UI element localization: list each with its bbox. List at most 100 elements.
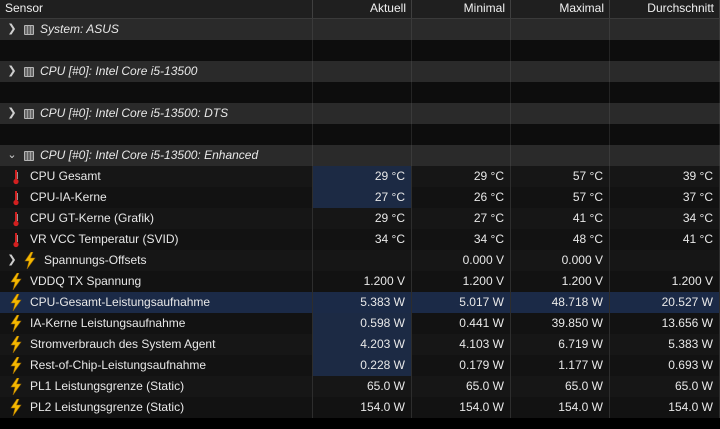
chip-icon xyxy=(24,66,34,77)
empty-cell xyxy=(0,82,313,103)
empty-cell xyxy=(0,40,313,61)
maximum-value: 1.200 V xyxy=(511,271,610,292)
empty-cell xyxy=(412,40,511,61)
expand-chevron-icon[interactable]: ❯ xyxy=(6,250,18,271)
minimum-value: 0.000 V xyxy=(412,250,511,271)
sensor-label: Stromverbrauch des System Agent xyxy=(30,337,216,351)
separator-row xyxy=(0,40,720,61)
average-value: 37 °C xyxy=(610,187,720,208)
empty-cell xyxy=(610,82,720,103)
maximum-value: 41 °C xyxy=(511,208,610,229)
sensor-row[interactable]: IA-Kerne Leistungsaufnahme 0.598 W 0.441 W… xyxy=(0,313,720,334)
group-label: CPU [#0]: Intel Core i5-13500: DTS xyxy=(40,106,229,120)
collapse-chevron-icon[interactable]: ⌄ xyxy=(6,145,18,166)
minimum-value: 27 °C xyxy=(412,208,511,229)
col-aktuell[interactable]: Aktuell xyxy=(313,0,412,18)
maximum-value: 48.718 W xyxy=(511,292,610,313)
sensor-label: CPU-IA-Kerne xyxy=(30,190,107,204)
empty-cell xyxy=(511,61,610,82)
bolt-icon xyxy=(20,252,40,269)
empty-cell xyxy=(313,61,412,82)
minimum-value: 0.441 W xyxy=(412,313,511,334)
average-value: 1.200 V xyxy=(610,271,720,292)
sensor-row[interactable]: Stromverbrauch des System Agent 4.203 W 4.… xyxy=(0,334,720,355)
current-value: 29 °C xyxy=(313,166,412,187)
empty-cell xyxy=(313,19,412,40)
col-sensor[interactable]: Sensor xyxy=(0,0,313,18)
average-value xyxy=(610,250,720,271)
current-value xyxy=(313,250,412,271)
sensor-row[interactable]: VR VCC Temperatur (SVID) 34 °C 34 °C 48 °C 4… xyxy=(0,229,720,250)
expand-chevron-icon[interactable]: ❯ xyxy=(6,103,18,124)
average-value: 13.656 W xyxy=(610,313,720,334)
current-value: 0.598 W xyxy=(313,313,412,334)
average-value: 65.0 W xyxy=(610,376,720,397)
empty-cell xyxy=(511,124,610,145)
group-row[interactable]: ❯ System: ASUS xyxy=(0,19,720,40)
empty-cell xyxy=(511,145,610,166)
average-value: 34 °C xyxy=(610,208,720,229)
empty-cell xyxy=(412,82,511,103)
empty-cell xyxy=(610,61,720,82)
separator-row xyxy=(0,82,720,103)
empty-cell xyxy=(313,103,412,124)
current-value: 29 °C xyxy=(313,208,412,229)
bolt-icon xyxy=(6,378,26,395)
sensor-row[interactable]: PL1 Leistungsgrenze (Static) 65.0 W 65.0 W… xyxy=(0,376,720,397)
maximum-value: 57 °C xyxy=(511,166,610,187)
empty-cell xyxy=(313,124,412,145)
empty-cell xyxy=(511,82,610,103)
thermometer-icon xyxy=(6,211,26,227)
sensor-label: Rest-of-Chip-Leistungsaufnahme xyxy=(30,358,207,372)
sensor-row[interactable]: CPU-IA-Kerne 27 °C 26 °C 57 °C 37 °C xyxy=(0,187,720,208)
current-value: 0.228 W xyxy=(313,355,412,376)
minimum-value: 29 °C xyxy=(412,166,511,187)
current-value: 154.0 W xyxy=(313,397,412,418)
col-minimal[interactable]: Minimal xyxy=(412,0,511,18)
group-row[interactable]: ❯ CPU [#0]: Intel Core i5-13500 xyxy=(0,61,720,82)
sensor-row[interactable]: CPU GT-Kerne (Grafik) 29 °C 27 °C 41 °C 34 °… xyxy=(0,208,720,229)
sensor-row[interactable]: CPU Gesamt 29 °C 29 °C 57 °C 39 °C xyxy=(0,166,720,187)
maximum-value: 48 °C xyxy=(511,229,610,250)
current-value: 34 °C xyxy=(313,229,412,250)
average-value: 41 °C xyxy=(610,229,720,250)
group-name-cell: ❯ CPU [#0]: Intel Core i5-13500: DTS xyxy=(0,103,313,124)
expand-chevron-icon[interactable]: ❯ xyxy=(6,61,18,82)
group-row[interactable]: ❯ CPU [#0]: Intel Core i5-13500: DTS xyxy=(0,103,720,124)
empty-cell xyxy=(313,145,412,166)
current-value: 1.200 V xyxy=(313,271,412,292)
col-maximal[interactable]: Maximal xyxy=(511,0,610,18)
current-value: 65.0 W xyxy=(313,376,412,397)
sensor-row[interactable]: VDDQ TX Spannung 1.200 V 1.200 V 1.200 V 1.2… xyxy=(0,271,720,292)
minimum-value: 65.0 W xyxy=(412,376,511,397)
expand-chevron-icon[interactable]: ❯ xyxy=(6,19,18,40)
sensor-name-cell: IA-Kerne Leistungsaufnahme xyxy=(0,313,313,334)
minimum-value: 0.179 W xyxy=(412,355,511,376)
sensor-label: PL1 Leistungsgrenze (Static) xyxy=(30,379,185,393)
group-row[interactable]: ⌄ CPU [#0]: Intel Core i5-13500: Enhanced xyxy=(0,145,720,166)
maximum-value: 65.0 W xyxy=(511,376,610,397)
bolt-icon xyxy=(6,336,26,353)
sensor-row[interactable]: PL2 Leistungsgrenze (Static) 154.0 W 154.0… xyxy=(0,397,720,418)
bolt-icon xyxy=(6,315,26,332)
sensor-name-cell: ❯ Spannungs-Offsets xyxy=(0,250,313,271)
sensor-row[interactable]: Rest-of-Chip-Leistungsaufnahme 0.228 W 0.1… xyxy=(0,355,720,376)
sensor-label: IA-Kerne Leistungsaufnahme xyxy=(30,316,186,330)
empty-cell xyxy=(412,103,511,124)
sensor-label: VDDQ TX Spannung xyxy=(30,274,142,288)
maximum-value: 1.177 W xyxy=(511,355,610,376)
average-value: 5.383 W xyxy=(610,334,720,355)
sensor-row[interactable]: CPU-Gesamt-Leistungsaufnahme 5.383 W 5.017… xyxy=(0,292,720,313)
sensor-name-cell: Rest-of-Chip-Leistungsaufnahme xyxy=(0,355,313,376)
empty-cell xyxy=(412,145,511,166)
average-value: 154.0 W xyxy=(610,397,720,418)
chip-icon xyxy=(24,24,34,35)
maximum-value: 154.0 W xyxy=(511,397,610,418)
current-value: 4.203 W xyxy=(313,334,412,355)
minimum-value: 34 °C xyxy=(412,229,511,250)
bolt-icon xyxy=(6,294,26,311)
sensor-row[interactable]: ❯ Spannungs-Offsets 0.000 V 0.000 V xyxy=(0,250,720,271)
minimum-value: 154.0 W xyxy=(412,397,511,418)
col-durchschnitt[interactable]: Durchschnitt xyxy=(610,0,720,18)
sensor-label: CPU-Gesamt-Leistungsaufnahme xyxy=(30,295,211,309)
